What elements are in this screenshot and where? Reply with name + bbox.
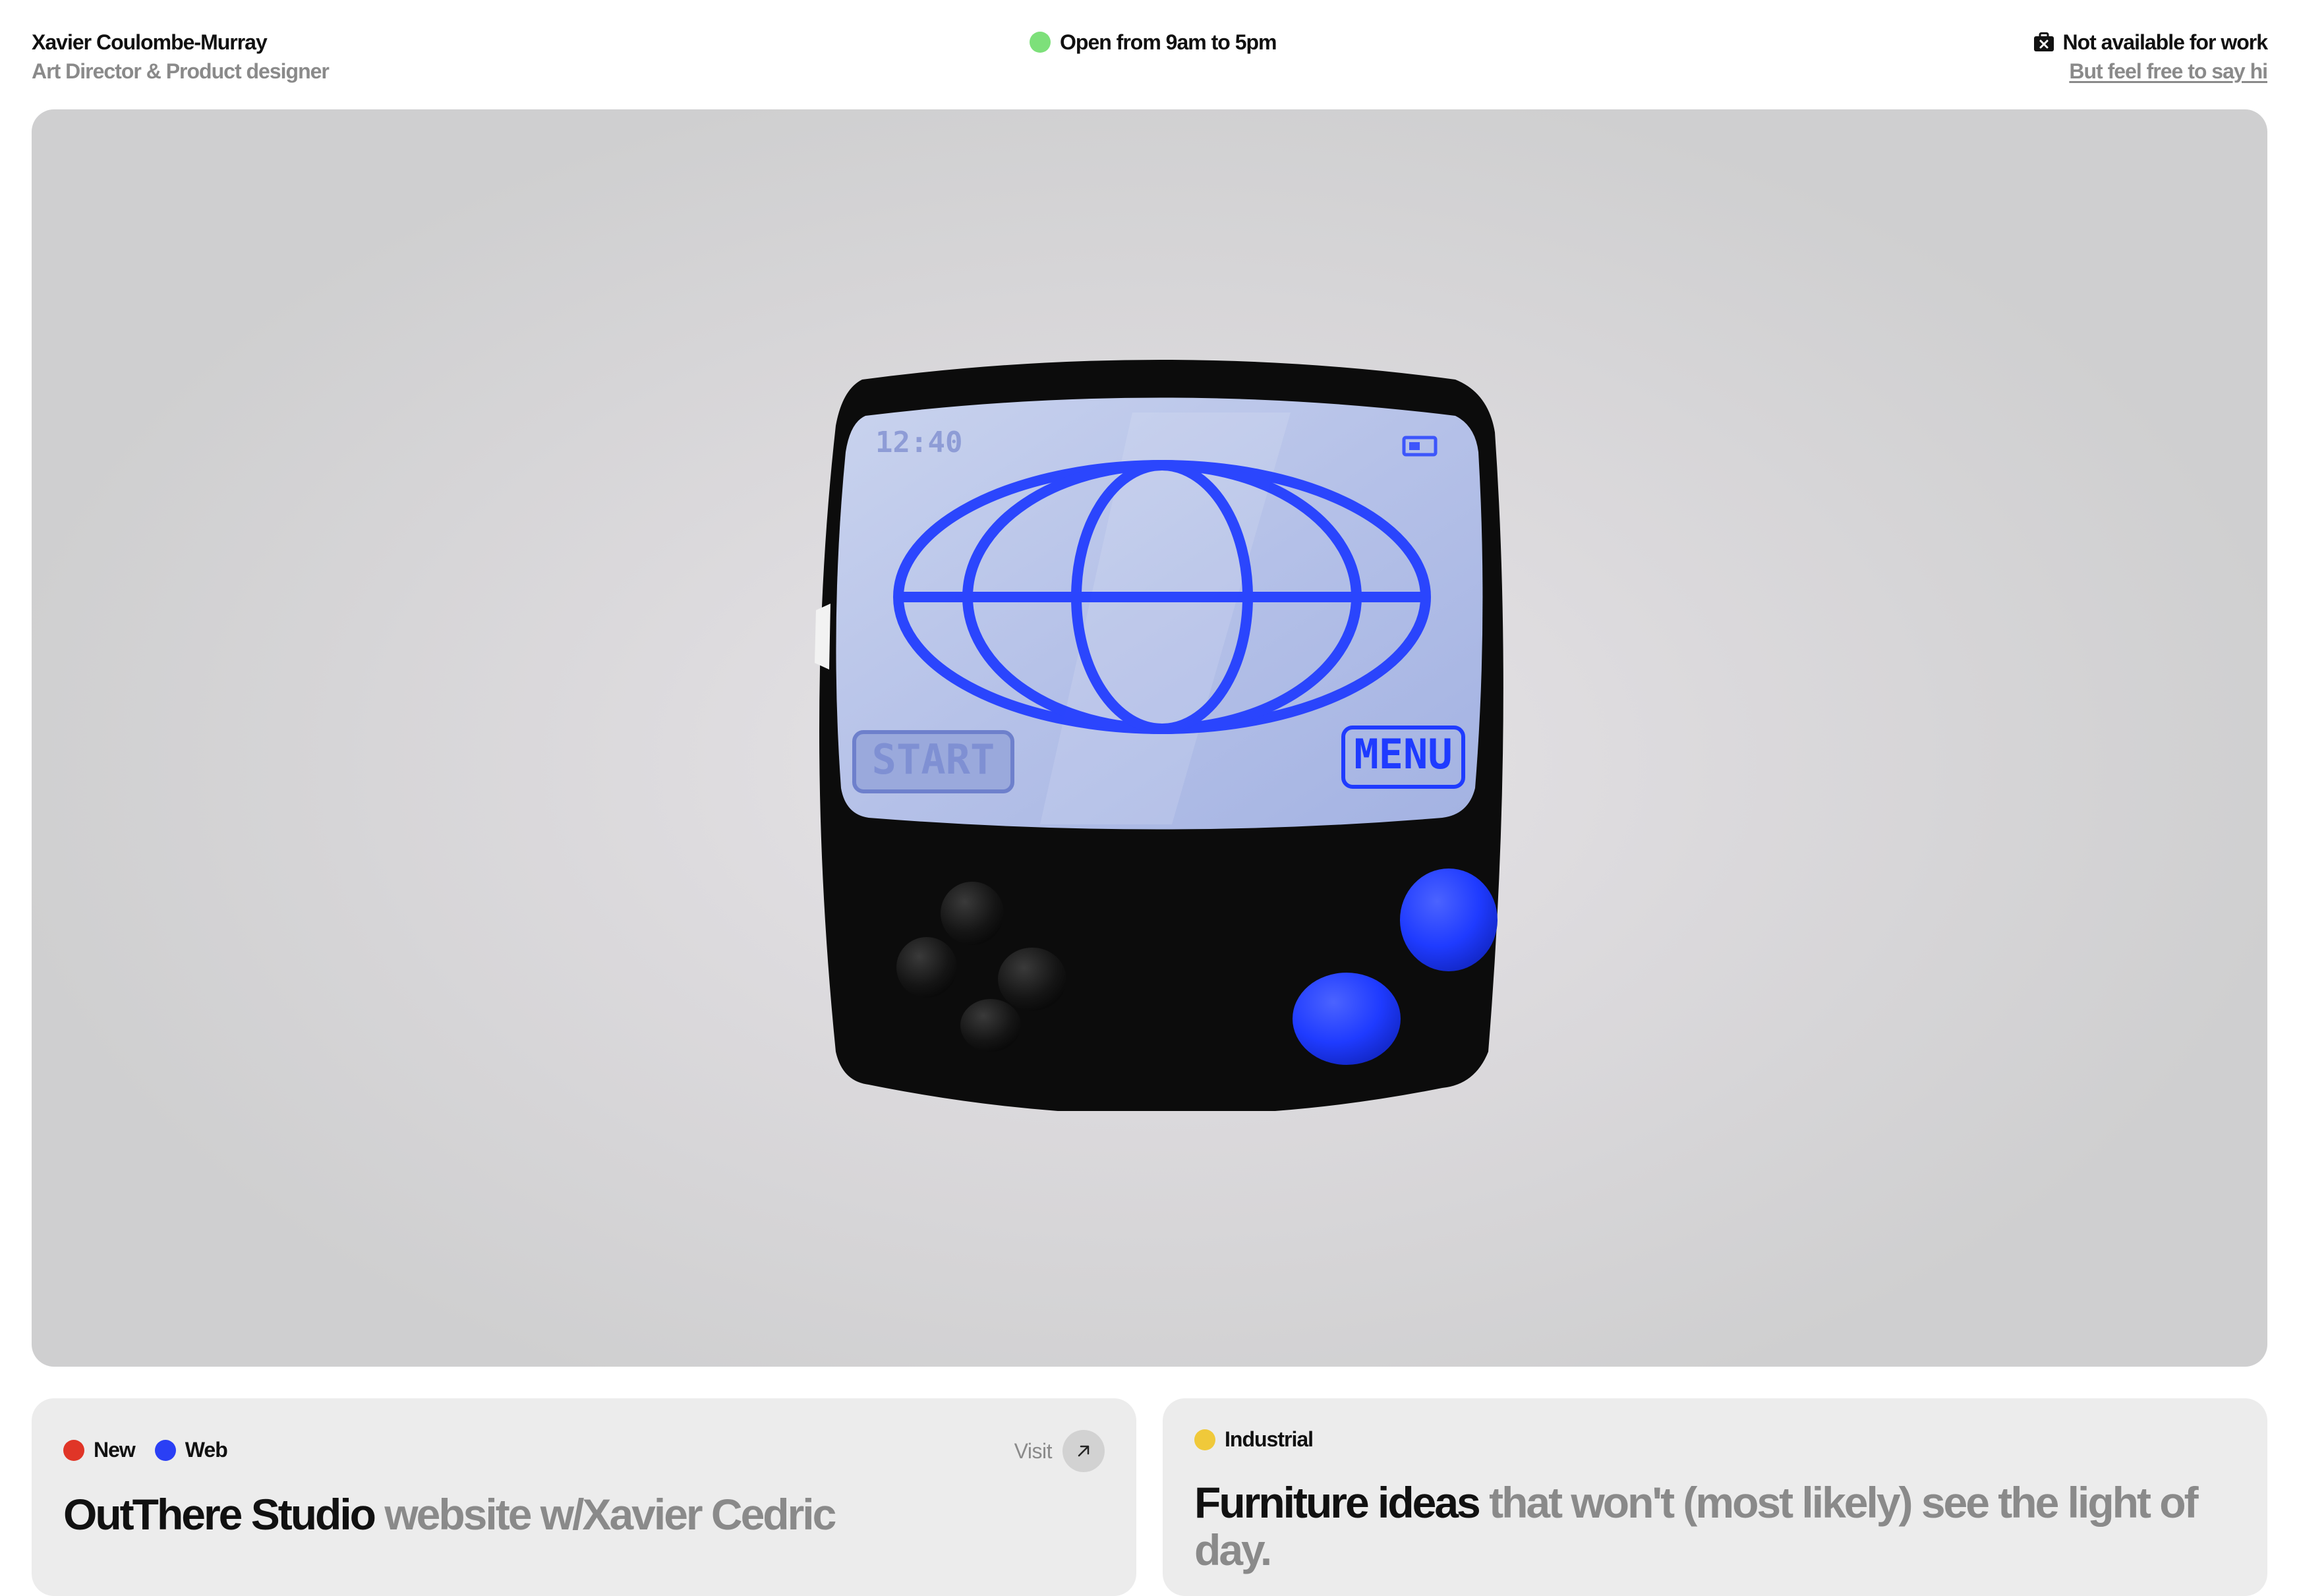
start-label: START: [872, 735, 995, 784]
opening-hours: Open from 9am to 5pm: [1030, 28, 1277, 57]
hero-showcase[interactable]: 12:40 START MENU: [32, 109, 2267, 1367]
tag-dot: [63, 1439, 84, 1461]
tag-new: New: [63, 1438, 136, 1462]
project-card-furniture[interactable]: Industrial Furniture ideas that won't (m…: [1163, 1398, 2267, 1596]
designer-name[interactable]: Xavier Coulombe-Murray: [32, 28, 329, 57]
handheld-console-render: 12:40 START MENU: [815, 360, 1503, 1111]
project-title-strong: OutThere Studio: [63, 1490, 376, 1539]
availability-text: Not available for work: [2062, 30, 2268, 54]
project-title-rest: website w/Xavier Cedric: [384, 1490, 836, 1539]
b-button: [1293, 973, 1401, 1065]
project-title: Furniture ideas that won't (most likely)…: [1194, 1479, 2236, 1574]
tag-dot: [154, 1439, 176, 1461]
project-card-outthere[interactable]: New Web Visit OutThere Studio website w/…: [32, 1398, 1136, 1596]
site-header: Xavier Coulombe-Murray Art Director & Pr…: [0, 0, 2299, 109]
visit-button[interactable]: Visit: [1014, 1430, 1105, 1472]
a-button: [1400, 869, 1498, 971]
visit-label[interactable]: Visit: [1014, 1439, 1053, 1464]
brand: Xavier Coulombe-Murray Art Director & Pr…: [32, 28, 330, 86]
project-title-strong: Furniture ideas: [1194, 1478, 1481, 1527]
designer-role: Art Director & Product designer: [32, 59, 330, 83]
project-tags: Industrial: [1194, 1427, 1333, 1452]
dpad-right-button: [998, 948, 1066, 1011]
availability: Not available for work But feel free to …: [2033, 28, 2268, 86]
project-tags: New Web: [63, 1438, 247, 1462]
arrow-up-right-icon[interactable]: [1062, 1430, 1105, 1472]
tag-web: Web: [154, 1438, 228, 1462]
opening-hours-text: Open from 9am to 5pm: [1060, 30, 1277, 54]
dpad-up-button: [941, 882, 1004, 945]
menu-label: MENU: [1354, 730, 1452, 778]
device-clock: 12:40: [875, 426, 962, 459]
dpad-left-button: [896, 937, 957, 998]
project-title: OutThere Studio website w/Xavier Cedric: [63, 1491, 1105, 1538]
menu-label-box: MENU: [1341, 726, 1465, 789]
briefcase-x-icon: [2034, 32, 2054, 51]
say-hi-link[interactable]: But feel free to say hi: [2069, 57, 2268, 86]
status-dot: [1030, 32, 1051, 53]
start-label-box: START: [852, 730, 1014, 793]
tag-industrial: Industrial: [1194, 1427, 1314, 1452]
tag-dot: [1194, 1429, 1215, 1450]
dpad-down-button: [960, 999, 1021, 1052]
